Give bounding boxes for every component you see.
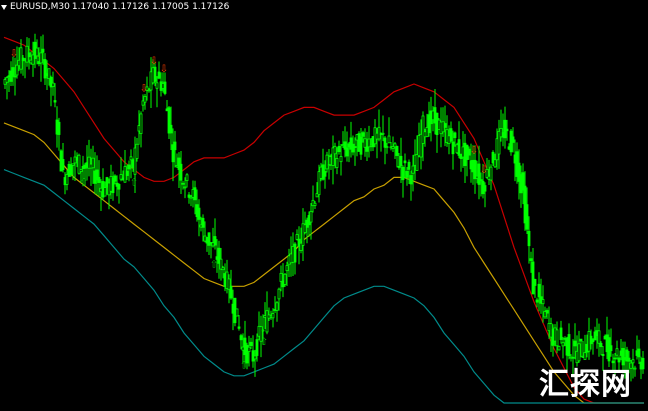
candle (537, 272, 541, 312)
candle (51, 71, 55, 96)
ohlc-values: 1.17040 1.17126 1.17005 1.17126 (71, 2, 230, 12)
candle (143, 94, 147, 110)
candle (489, 164, 493, 191)
candle (637, 339, 641, 364)
candle (597, 323, 601, 357)
candle (87, 139, 91, 177)
candle (57, 117, 61, 151)
up-arrow-icon: ⇧ (240, 361, 248, 372)
candle (449, 121, 453, 143)
candle (95, 155, 99, 196)
candle (457, 121, 461, 159)
candle (331, 135, 335, 185)
up-arrow-icon: ⇧ (130, 178, 138, 189)
symbol-timeframe: EURUSD,M30 (10, 2, 70, 12)
candle (39, 36, 43, 82)
candle (531, 248, 535, 295)
candle (337, 140, 341, 155)
candle (283, 272, 287, 287)
candle (185, 173, 189, 188)
candle (251, 335, 255, 368)
candle (557, 345, 561, 351)
candle (213, 218, 217, 250)
candle (279, 265, 283, 292)
candle (27, 38, 31, 70)
down-arrow-icon: ⇩ (160, 64, 168, 75)
candle (367, 125, 371, 158)
candle (615, 340, 619, 360)
candle (567, 323, 571, 360)
candle (25, 37, 29, 67)
candle (409, 170, 413, 201)
watermark-logo: 汇探网 (539, 367, 632, 402)
down-arrow-icon: ⇩ (470, 146, 478, 157)
band-upper-line (3, 36, 644, 404)
candle (503, 106, 507, 149)
down-arrow-icon: ⇩ (140, 83, 148, 94)
candle (311, 185, 315, 213)
up-arrow-icon: ⇧ (260, 337, 268, 348)
candle (163, 72, 167, 96)
candle (383, 136, 387, 165)
candle (327, 149, 331, 180)
up-arrow-icon: ⇧ (80, 178, 88, 189)
candle (561, 336, 565, 359)
triangle-down-icon[interactable] (1, 4, 7, 10)
candle (69, 157, 73, 177)
candle (139, 111, 143, 148)
candle (43, 53, 47, 85)
candle (377, 109, 381, 142)
candle (179, 150, 183, 195)
candle (641, 351, 645, 374)
candle (387, 117, 391, 144)
candle (293, 242, 297, 275)
candle (401, 165, 405, 198)
up-arrow-icon: ⇧ (210, 259, 218, 270)
down-arrow-icon: ⇩ (150, 56, 158, 67)
candle (5, 76, 9, 100)
candle (237, 315, 241, 331)
down-arrow-icon: ⇩ (10, 48, 18, 59)
candle (167, 105, 171, 139)
candle (271, 308, 275, 328)
candle (599, 341, 603, 356)
candle (483, 182, 487, 208)
candle (301, 208, 305, 261)
candle (435, 112, 439, 153)
candle (117, 183, 121, 204)
candle (171, 128, 175, 182)
down-arrow-icon: ⇩ (480, 165, 488, 176)
candle (591, 338, 595, 355)
candle (395, 145, 399, 168)
candle (559, 320, 563, 344)
candle (381, 115, 385, 142)
candle (135, 138, 139, 162)
candle (325, 151, 329, 173)
candle (123, 150, 127, 183)
candle (497, 119, 501, 169)
chart-window[interactable]: ⇩ ⇧ ⇧ ⇩ ⇩ ⇩ ⇧ ⇧ ⇧ ⇩ ⇩ EURUSD,M30 1.17040 1.17126 1… (0, 0, 648, 411)
candle (235, 308, 239, 317)
candle (633, 365, 637, 377)
candle (265, 291, 269, 335)
price-chart[interactable]: ⇩⇧ ⇧⇩⇩⇩⇧⇧⇧⇩⇩ (0, 0, 648, 411)
candle (13, 57, 17, 96)
candle (275, 300, 279, 322)
candle (49, 75, 53, 107)
chart-header: EURUSD,M30 1.17040 1.17126 1.17005 1.171… (1, 2, 229, 12)
candle (119, 157, 123, 182)
